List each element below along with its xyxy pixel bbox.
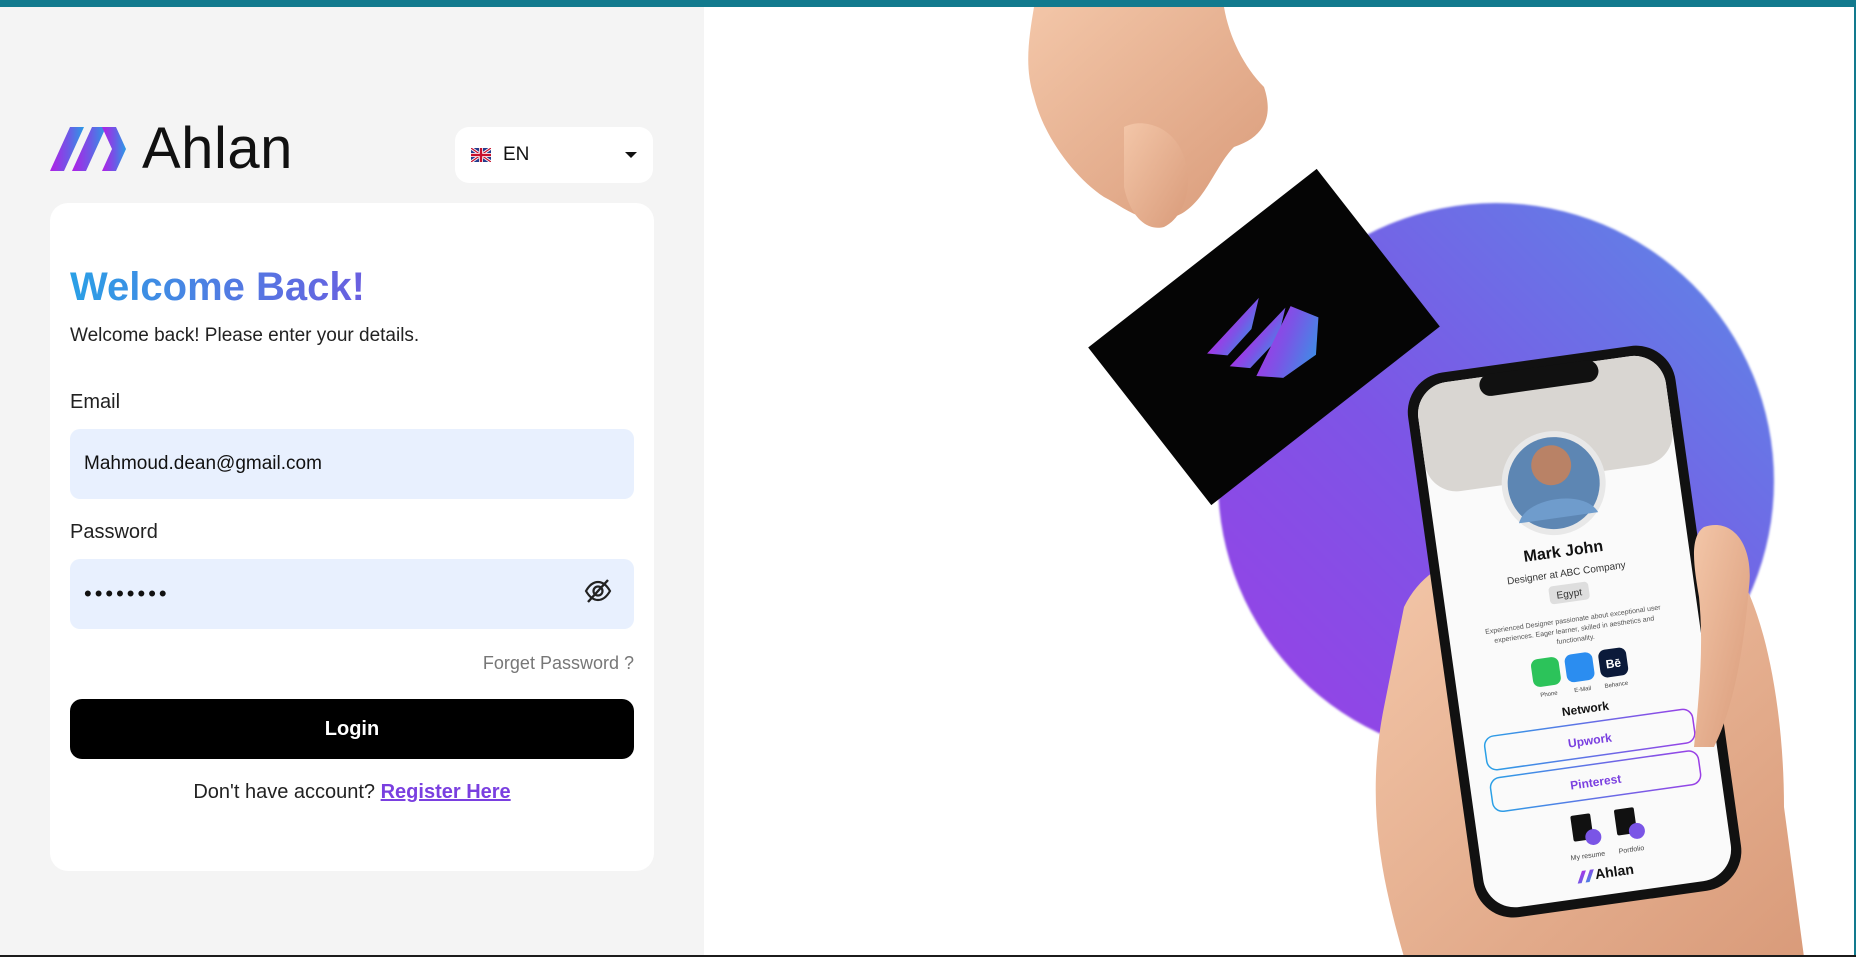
email-contact-icon bbox=[1564, 652, 1595, 683]
top-accent-bar bbox=[0, 0, 1856, 7]
hero-panel: Mark John Designer at ABC Company Egypt … bbox=[704, 7, 1856, 957]
register-prompt: Don't have account? Register Here bbox=[50, 781, 654, 804]
hero-illustration: Mark John Designer at ABC Company Egypt … bbox=[1028, 7, 1804, 957]
register-link[interactable]: Register Here bbox=[381, 781, 511, 803]
login-button[interactable]: Login bbox=[70, 699, 634, 759]
language-code: EN bbox=[503, 144, 530, 165]
uk-flag-icon bbox=[471, 148, 491, 162]
no-account-text: Don't have account? bbox=[193, 781, 376, 803]
login-card: Welcome Back! Welcome back! Please enter… bbox=[50, 203, 654, 871]
page-title: Welcome Back! bbox=[70, 265, 365, 309]
password-label: Password bbox=[70, 521, 158, 543]
forgot-password-link[interactable]: Forget Password ? bbox=[483, 653, 634, 674]
password-field[interactable] bbox=[70, 559, 634, 629]
login-panel: Ahlan EN Welcome Back! Welcome back! Ple… bbox=[0, 7, 704, 957]
phone-contact-icon bbox=[1531, 657, 1561, 687]
eye-off-icon[interactable] bbox=[584, 577, 612, 605]
svg-text:Bē: Bē bbox=[1605, 655, 1622, 671]
email-label: Email bbox=[70, 391, 121, 413]
email-field[interactable] bbox=[70, 429, 634, 499]
brand-name: Ahlan bbox=[142, 116, 293, 181]
brand-logo: Ahlan bbox=[50, 120, 293, 178]
ahlan-logo-icon bbox=[50, 127, 126, 171]
page-subtitle: Welcome back! Please enter your details. bbox=[70, 325, 420, 346]
language-selector[interactable]: EN bbox=[455, 127, 653, 183]
caret-down-icon bbox=[625, 152, 637, 158]
